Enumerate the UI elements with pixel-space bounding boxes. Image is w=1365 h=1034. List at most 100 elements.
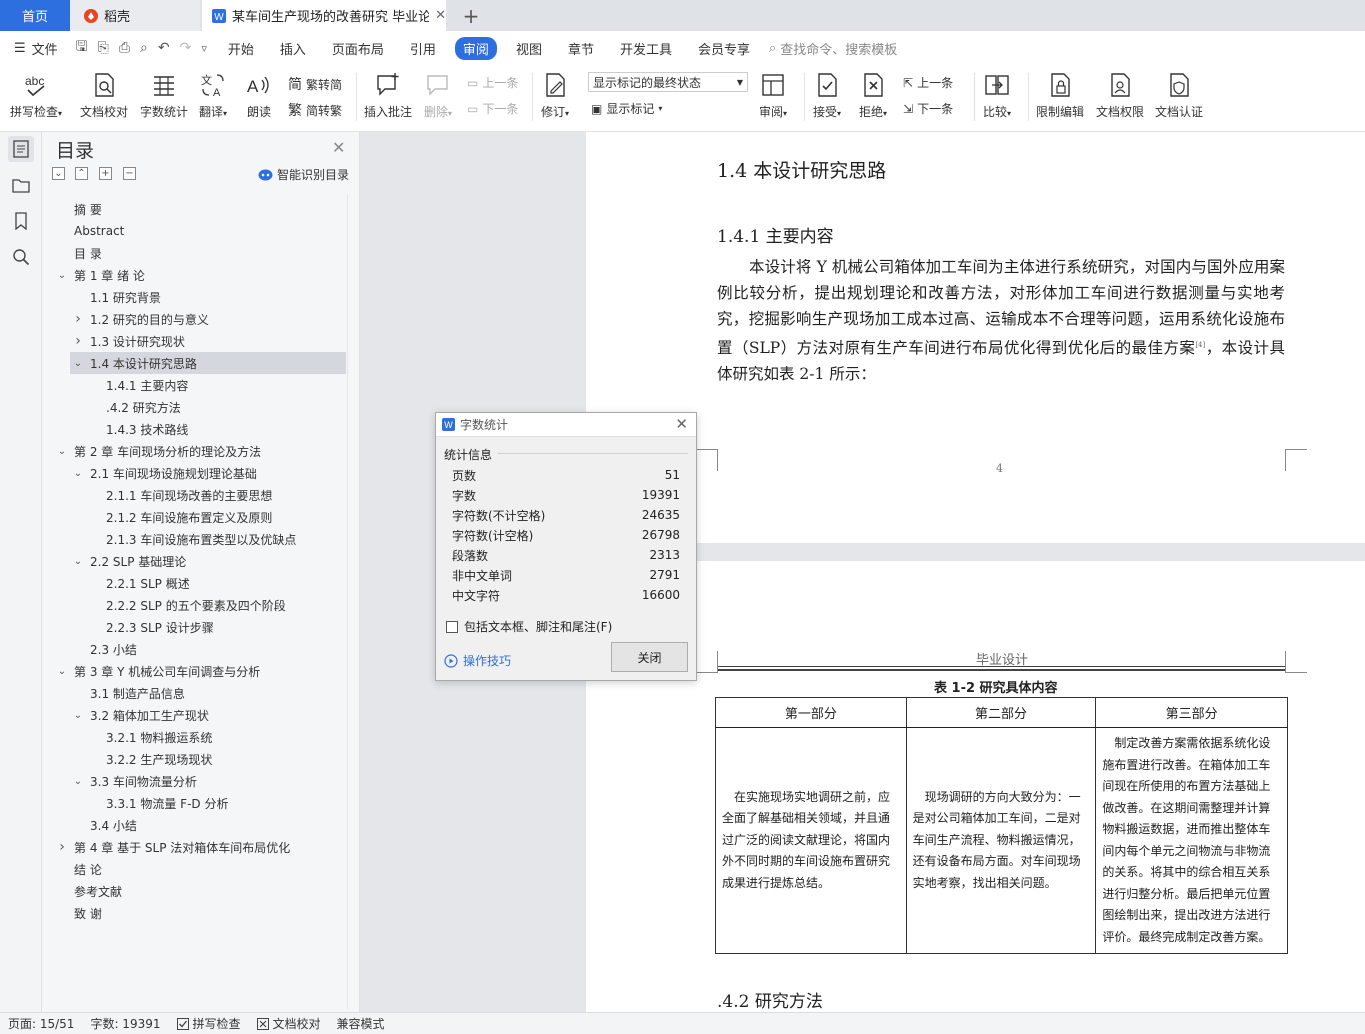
redo-icon[interactable]: ↷ xyxy=(180,40,192,56)
toc-item[interactable]: 目 录 xyxy=(42,242,360,264)
toc-item[interactable]: 2.2.2 SLP 的五个要素及四个阶段 xyxy=(42,594,360,616)
chapter-nav-icon[interactable] xyxy=(8,172,34,198)
close-tab-icon[interactable]: ✕ xyxy=(435,8,446,23)
add-heading-icon[interactable]: + xyxy=(99,167,112,180)
chevron-down-icon[interactable]: ⌄ xyxy=(56,446,68,457)
chevron-down-icon[interactable]: ⌄ xyxy=(72,710,84,721)
menu-layout[interactable]: 页面布局 xyxy=(319,31,397,65)
toc-item[interactable]: ⌄ 2.1 车间现场设施规划理论基础 xyxy=(42,462,360,484)
menu-reference[interactable]: 引用 xyxy=(397,31,449,65)
chevron-right-icon[interactable]: › xyxy=(56,839,68,855)
command-search[interactable]: ⌕ 查找命令、搜索模板 xyxy=(763,31,897,65)
export-icon[interactable]: ⎘ xyxy=(98,40,109,56)
proofread-toggle[interactable]: 文档校对 xyxy=(249,1015,329,1032)
accept-button[interactable]: 接受▾ xyxy=(812,70,842,120)
menu-chapter[interactable]: 章节 xyxy=(555,31,607,65)
chevron-down-icon[interactable]: ⌄ xyxy=(56,666,68,677)
more-icon[interactable]: ▿ xyxy=(201,42,207,55)
close-icon[interactable]: ✕ xyxy=(332,138,345,157)
toc-item[interactable]: 2.1.2 车间设施布置定义及原则 xyxy=(42,506,360,528)
menu-member[interactable]: 会员专享 xyxy=(685,31,763,65)
toc-item[interactable]: 2.2.3 SLP 设计步骤 xyxy=(42,616,360,638)
read-aloud-button[interactable]: A 朗读 xyxy=(244,70,274,120)
toc-item[interactable]: › 1.2 研究的目的与意义 xyxy=(42,308,360,330)
toc-item[interactable]: 2.1.1 车间现场改善的主要思想 xyxy=(42,484,360,506)
toc-panel-icon[interactable] xyxy=(8,136,34,162)
simp-to-trad-button[interactable]: 繁 简转繁 xyxy=(288,100,342,120)
show-markup-button[interactable]: ▣ 显示标记 ▾ xyxy=(591,100,662,117)
print-icon[interactable]: ⎙ xyxy=(119,40,130,56)
spell-check-toggle[interactable]: 拼写检查 xyxy=(169,1015,249,1032)
remove-heading-icon[interactable]: − xyxy=(123,167,136,180)
new-tab-button[interactable]: + xyxy=(456,0,486,31)
print-preview-icon[interactable]: ⌕ xyxy=(140,40,148,56)
proofread-button[interactable]: 文档校对 xyxy=(80,70,128,120)
toc-item[interactable]: 结 论 xyxy=(42,858,360,880)
doc-certify-button[interactable]: 文档认证 xyxy=(1155,70,1203,120)
toc-item[interactable]: 1.4.3 技术路线 xyxy=(42,418,360,440)
next-comment-button[interactable]: ▭ 下一条 xyxy=(467,100,518,117)
tab-daoke[interactable]: 稻壳 xyxy=(70,0,200,31)
checkbox-box[interactable] xyxy=(446,620,458,633)
prev-change-button[interactable]: ⇱ 上一条 xyxy=(903,74,953,91)
toc-item[interactable]: ⌄ 1.4 本设计研究思路 xyxy=(70,352,346,374)
menu-view[interactable]: 视图 xyxy=(503,31,555,65)
smart-toc-button[interactable]: 智能识别目录 xyxy=(258,166,349,183)
toc-item[interactable]: 2.2.1 SLP 概述 xyxy=(42,572,360,594)
chevron-down-icon[interactable]: ⌄ xyxy=(72,556,84,567)
compare-button[interactable]: 比较▾ xyxy=(982,70,1012,120)
file-menu[interactable]: ☰ 文件 xyxy=(0,31,68,65)
toc-item[interactable]: › 1.3 设计研究现状 xyxy=(42,330,360,352)
chevron-down-icon[interactable]: ⌄ xyxy=(72,776,84,787)
tab-home[interactable]: 首页 xyxy=(0,0,70,31)
toc-item[interactable]: 3.2.1 物料搬运系统 xyxy=(42,726,360,748)
word-count-button[interactable]: 字数统计 xyxy=(140,70,188,120)
find-icon[interactable] xyxy=(8,244,34,270)
markup-state-select[interactable]: 显示标记的最终状态 ▼ xyxy=(588,72,748,92)
toc-item[interactable]: ⌄ 第 2 章 车间现场分析的理论及方法 xyxy=(42,440,360,462)
body-paragraph[interactable]: 本设计将 Y 机械公司箱体加工车间为主体进行系统研究，对国内与国外应用案例比较分… xyxy=(717,254,1285,387)
insert-comment-button[interactable]: 插入批注 xyxy=(364,70,412,120)
undo-icon[interactable]: ↶ xyxy=(158,40,170,56)
toc-item[interactable]: Abstract xyxy=(42,220,360,242)
chevron-right-icon[interactable]: › xyxy=(72,311,84,327)
close-button[interactable]: 关闭 xyxy=(611,642,688,672)
toc-item[interactable]: 2.1.3 车间设施布置类型以及优缺点 xyxy=(42,528,360,550)
toc-item[interactable]: ⌄ 3.2 箱体加工生产现状 xyxy=(42,704,360,726)
toc-item[interactable]: 3.4 小结 xyxy=(42,814,360,836)
doc-permission-button[interactable]: 文档权限 xyxy=(1096,70,1144,120)
spell-check-button[interactable]: abc 拼写检查▾ xyxy=(10,70,62,120)
toc-item[interactable]: 参考文献 xyxy=(42,880,360,902)
menu-start[interactable]: 开始 xyxy=(215,31,267,65)
track-changes-button[interactable]: 修订▾ xyxy=(540,70,570,120)
toc-item[interactable]: ⌄ 3.3 车间物流量分析 xyxy=(42,770,360,792)
reject-button[interactable]: 拒绝▾ xyxy=(858,70,888,120)
review-pane-button[interactable]: 审阅▾ xyxy=(758,70,788,120)
toc-item[interactable]: 摘 要 xyxy=(42,198,360,220)
toc-item[interactable]: ⌄ 2.2 SLP 基础理论 xyxy=(42,550,360,572)
toc-item[interactable]: 致 谢 xyxy=(42,902,360,924)
translate-button[interactable]: 文A 翻译▾ xyxy=(198,70,228,120)
toc-item[interactable]: ⌄ 第 1 章 绪 论 xyxy=(42,264,360,286)
toc-item[interactable]: 3.1 制造产品信息 xyxy=(42,682,360,704)
collapse-all-icon[interactable]: ⌄ xyxy=(52,167,65,180)
toc-item[interactable]: ⌄ 第 3 章 Y 机械公司车间调查与分析 xyxy=(42,660,360,682)
toc-item[interactable]: .4.2 研究方法 xyxy=(42,396,360,418)
menu-review[interactable]: 审阅 xyxy=(449,31,503,65)
menu-devtools[interactable]: 开发工具 xyxy=(607,31,685,65)
bookmark-icon[interactable] xyxy=(8,208,34,234)
toc-item[interactable]: 3.3.1 物流量 F-D 分析 xyxy=(42,792,360,814)
trad-to-simp-button[interactable]: 简 繁转简 xyxy=(288,74,342,94)
chevron-down-icon[interactable]: ⌄ xyxy=(72,358,84,369)
menu-insert[interactable]: 插入 xyxy=(267,31,319,65)
chevron-right-icon[interactable]: › xyxy=(72,333,84,349)
toc-item[interactable]: 1.1 研究背景 xyxy=(42,286,360,308)
toc-item[interactable]: › 第 4 章 基于 SLP 法对箱体车间布局优化 xyxy=(42,836,360,858)
prev-comment-button[interactable]: ▭ 上一条 xyxy=(467,74,518,91)
delete-comment-button[interactable]: 删除▾ xyxy=(423,70,453,120)
toc-scrollbar[interactable] xyxy=(347,194,355,1009)
toc-item[interactable]: 3.2.2 生产现场现状 xyxy=(42,748,360,770)
tips-link[interactable]: 操作技巧 xyxy=(444,652,511,669)
word-count-indicator[interactable]: 字数: 19391 xyxy=(82,1015,168,1032)
expand-up-icon[interactable]: ⌃ xyxy=(75,167,88,180)
